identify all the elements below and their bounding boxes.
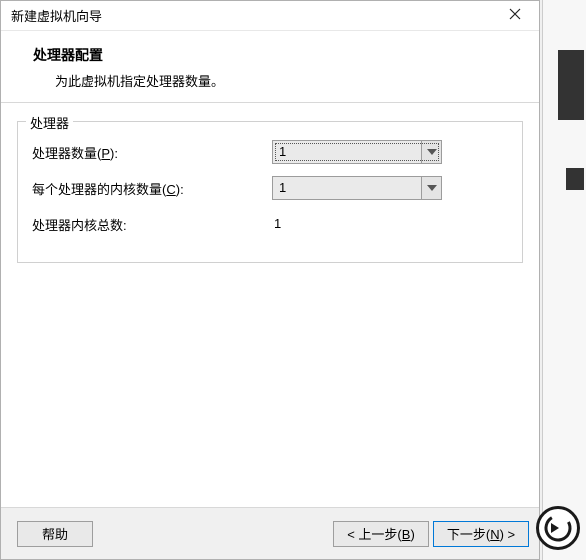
back-button[interactable]: < 上一步(B) [333, 521, 429, 547]
close-icon [509, 7, 521, 24]
chevron-down-icon[interactable] [421, 177, 441, 199]
group-legend: 处理器 [26, 113, 73, 132]
chevron-down-icon[interactable] [421, 141, 441, 163]
combo-value: 1 [273, 177, 421, 199]
row-processor-count: 处理器数量(P): 1 [32, 140, 508, 164]
close-button[interactable] [495, 2, 535, 30]
combo-cores-per-processor[interactable]: 1 [272, 176, 442, 200]
row-cores-per-processor: 每个处理器的内核数量(C): 1 [32, 176, 508, 200]
label-processor-count: 处理器数量(P): [32, 143, 272, 162]
window-title: 新建虚拟机向导 [11, 6, 495, 25]
row-total-cores: 处理器内核总数: 1 [32, 212, 508, 236]
wizard-header: 处理器配置 为此虚拟机指定处理器数量。 [1, 31, 539, 103]
label-cores-per-processor: 每个处理器的内核数量(C): [32, 179, 272, 198]
combo-value: 1 [273, 141, 421, 163]
titlebar: 新建虚拟机向导 [1, 1, 539, 31]
wizard-footer: 帮助 < 上一步(B) 下一步(N) > [1, 507, 539, 559]
value-total-cores: 1 [272, 212, 281, 236]
next-button[interactable]: 下一步(N) > [433, 521, 529, 547]
label-total-cores: 处理器内核总数: [32, 215, 272, 234]
help-button[interactable]: 帮助 [17, 521, 93, 547]
background-panel [542, 0, 586, 560]
watermark-logo [536, 506, 580, 550]
processors-group: 处理器 处理器数量(P): 1 每个处理器的内核数量(C): 1 [17, 121, 523, 263]
wizard-body: 处理器 处理器数量(P): 1 每个处理器的内核数量(C): 1 [1, 103, 539, 507]
wizard-dialog: 新建虚拟机向导 处理器配置 为此虚拟机指定处理器数量。 处理器 处理器数量(P)… [0, 0, 540, 560]
page-title: 处理器配置 [33, 45, 521, 65]
combo-processor-count[interactable]: 1 [272, 140, 442, 164]
page-subtitle: 为此虚拟机指定处理器数量。 [33, 71, 521, 90]
